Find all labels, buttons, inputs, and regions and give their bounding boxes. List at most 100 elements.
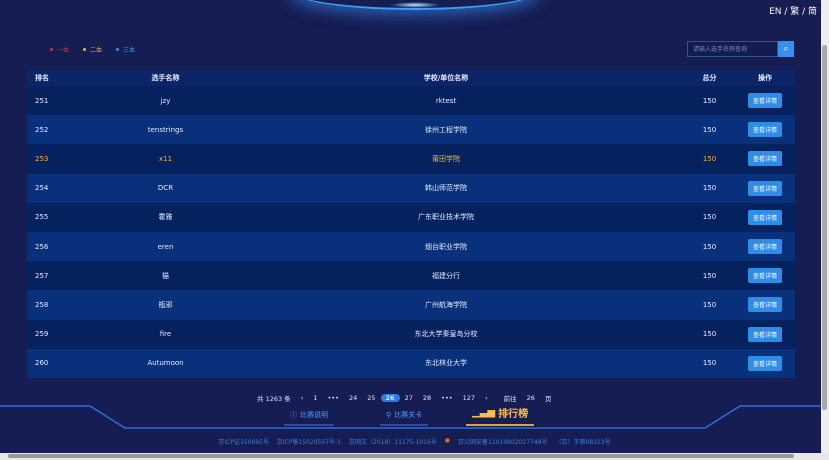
vertical-scrollbar[interactable] (821, 0, 829, 453)
view-details-button[interactable]: 查看详情 (747, 297, 782, 313)
table-header: 排名 选手名称 学校/单位名称 总分 操作 (27, 70, 795, 86)
tab-leaderboard[interactable]: ▁▃▅ 排行榜 (466, 405, 535, 426)
score: 150 (702, 96, 717, 105)
horizontal-scrollbar[interactable] (0, 453, 829, 460)
table-row: 253 x11 莆田学院 150 查看详情 (27, 144, 795, 174)
search-bar: ⌕ (687, 41, 794, 57)
legend-second-blood: 二血 (83, 45, 102, 54)
page-127[interactable]: 127 (458, 394, 480, 402)
dot-icon (116, 48, 120, 51)
bar-chart-icon: ▁▃▅ (472, 407, 496, 418)
view-details-button[interactable]: 查看详情 (747, 151, 782, 167)
page-ellipsis[interactable]: ••• (436, 394, 458, 402)
search-input[interactable] (687, 41, 778, 57)
score: 150 (702, 330, 717, 339)
info-icon: ⓘ (290, 411, 297, 419)
footer-license[interactable]: （京）字第08313号 (556, 437, 611, 446)
view-details-button[interactable]: 查看详情 (747, 93, 782, 109)
ranking-table: 排名 选手名称 学校/单位名称 总分 操作 251 jzy rktest 150… (27, 70, 795, 378)
location-icon: ⚲ (386, 411, 392, 419)
footer: 京ICP证150695号 京ICP备15029557号-1 京网文（2018）111… (0, 437, 829, 446)
dot-icon (83, 48, 87, 51)
footer-license[interactable]: 京ICP证150695号 (218, 437, 268, 446)
view-details-button[interactable]: 查看详情 (747, 239, 782, 255)
rank: 254 (35, 184, 49, 193)
player-name: tenstrings (147, 125, 184, 134)
player-name: eren (157, 242, 174, 251)
page-28[interactable]: 28 (418, 394, 436, 402)
prev-page-button[interactable]: ‹ (296, 394, 309, 402)
goto-page-input[interactable]: 26 (522, 394, 540, 402)
table-row: 254 DCR 韩山师范学院 150 查看详情 (27, 173, 795, 203)
tab-label: 比赛关卡 (394, 411, 423, 419)
header-name: 选手名称 (151, 74, 180, 82)
school: 东北林业大学 (425, 359, 467, 368)
search-button[interactable]: ⌕ (778, 41, 794, 57)
legend: 一血 二血 三血 (50, 45, 135, 54)
table-row: 255 霍雅 广东职业技术学院 150 查看详情 (27, 202, 795, 232)
header-glow (290, 0, 540, 10)
page-1[interactable]: 1 (308, 394, 322, 402)
page-24[interactable]: 24 (344, 394, 362, 402)
school: 韩山师范学院 (425, 184, 467, 193)
footer-license[interactable]: 京ICP备15029557号-1 (277, 437, 341, 446)
total-count: 共 1263 条 (257, 395, 291, 403)
rank: 259 (35, 330, 49, 339)
rank: 256 (35, 242, 49, 251)
player-name: 瓶邪 (158, 300, 173, 309)
rank: 251 (35, 96, 49, 105)
legend-third-blood: 三血 (116, 45, 135, 54)
header-action: 操作 (758, 74, 772, 82)
score: 150 (702, 154, 717, 163)
tab-levels[interactable]: ⚲ 比赛关卡 (380, 410, 429, 426)
player-name: fire (159, 330, 172, 339)
pagination: 共 1263 条 ‹ 1 ••• 24 25 26 27 28 ••• 127 › 前往 26 页 (252, 393, 556, 403)
school: 福建分行 (432, 271, 460, 280)
player-name: DCR (157, 184, 174, 193)
page-25[interactable]: 25 (362, 394, 380, 402)
tab-rules[interactable]: ⓘ 比赛说明 (284, 410, 334, 426)
rank: 260 (35, 359, 49, 368)
score: 150 (702, 271, 717, 280)
table-row: 258 瓶邪 广州航海学院 150 查看详情 (27, 290, 795, 320)
rank: 253 (35, 154, 49, 163)
player-name: 霍雅 (158, 213, 173, 222)
view-details-button[interactable]: 查看详情 (747, 122, 782, 138)
table-row: 257 猫 福建分行 150 查看详情 (27, 261, 795, 291)
dot-icon (50, 48, 53, 51)
school: 广东职业技术学院 (418, 213, 474, 222)
goto-label: 前往 (503, 395, 517, 403)
score: 150 (702, 359, 717, 368)
view-details-button[interactable]: 查看详情 (747, 180, 782, 196)
table-row: 252 tenstrings 徐州工程学院 150 查看详情 (27, 115, 795, 145)
player-name: x11 (158, 154, 173, 163)
rank: 258 (35, 300, 49, 309)
score: 150 (702, 213, 717, 222)
view-details-button[interactable]: 查看详情 (747, 268, 782, 284)
table-row: 256 eren 烟台职业学院 150 查看详情 (27, 231, 795, 262)
school: 东北大学秦皇岛分校 (414, 330, 478, 339)
view-details-button[interactable]: 查看详情 (747, 326, 782, 342)
view-details-button[interactable]: 查看详情 (747, 355, 782, 371)
rank: 257 (35, 271, 49, 280)
language-switcher[interactable]: EN / 繁 / 简 (769, 4, 817, 17)
tab-label: 比赛说明 (300, 411, 328, 419)
footer-license[interactable]: 京网文（2018）11175-1016号 (349, 437, 437, 446)
footer-license[interactable]: 京公网安备11010802027748号 (458, 437, 547, 446)
tab-label: 排行榜 (498, 409, 529, 420)
page-unit: 页 (544, 395, 552, 403)
school: 徐州工程学院 (425, 125, 467, 134)
school: 莆田学院 (432, 154, 460, 163)
police-badge-icon: ● (444, 437, 451, 444)
next-page-button[interactable]: › (480, 394, 493, 402)
player-name: 猫 (162, 271, 169, 280)
page-27[interactable]: 27 (400, 394, 418, 402)
legend-first-blood: 一血 (50, 45, 69, 54)
header-school: 学校/单位名称 (423, 74, 469, 82)
rank: 252 (35, 125, 49, 134)
page-26[interactable]: 26 (380, 394, 400, 402)
view-details-button[interactable]: 查看详情 (747, 209, 782, 225)
page-ellipsis[interactable]: ••• (322, 394, 344, 402)
player-name: Autumoon (147, 359, 184, 368)
header-rank: 排名 (35, 74, 49, 82)
